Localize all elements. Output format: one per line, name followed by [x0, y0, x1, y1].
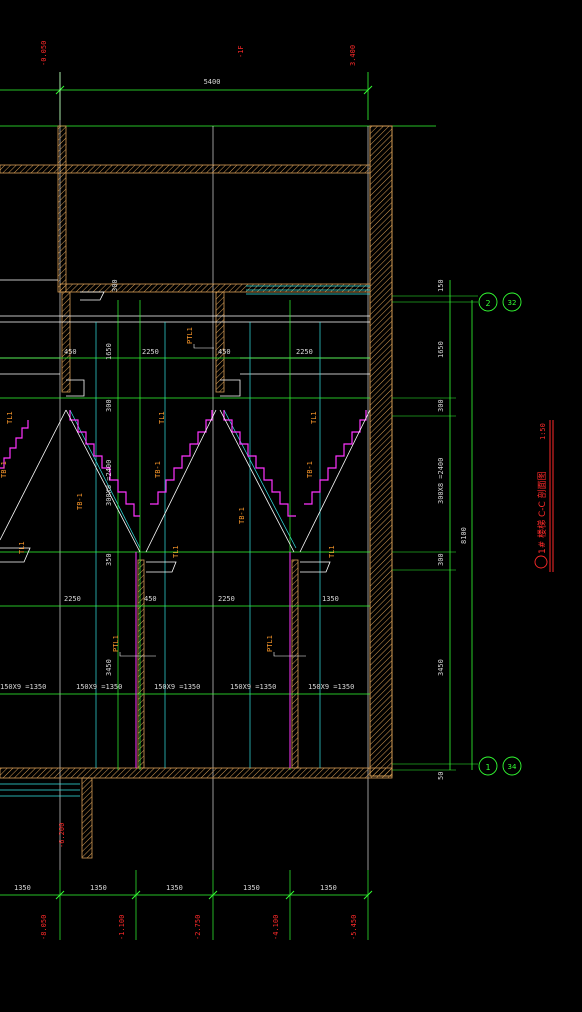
dim-upper-1: 450: [64, 348, 77, 356]
rdim-4: 300: [437, 553, 445, 566]
drawing-title: 1# 楼梯 C-C 剖面图 1:50: [534, 420, 554, 572]
dim-upper-7: 350: [105, 553, 113, 566]
step-label-0: 150X9 =1350: [0, 683, 46, 691]
belev-4: -5.450: [350, 915, 358, 940]
dim-upper-3: 450: [218, 348, 231, 356]
tag-tb-left: TB-1: [76, 493, 84, 510]
drawing-scale: 1:50: [539, 423, 547, 440]
step-label-3: 150X9 =1350: [230, 683, 276, 691]
rdim-1: 1650: [437, 341, 445, 358]
dim-upper-0: 1650: [105, 343, 113, 360]
belev-1: -1.100: [118, 915, 126, 940]
axis-sub-2: 32: [508, 299, 517, 307]
axis-num-2: 2: [485, 299, 490, 308]
rdim-3: 300X8 =2400: [437, 458, 445, 504]
stair-flights: [0, 291, 371, 573]
tag-tl-2: TL1: [158, 411, 166, 424]
step-labels: 150X9 =1350 150X9 =1350 150X9 =1350 150X…: [0, 683, 354, 691]
rdim-6: 50: [437, 772, 445, 780]
axis-num-1: 1: [485, 763, 490, 772]
bdim-1: 1350: [90, 884, 107, 892]
walls: [0, 125, 393, 859]
tag-tb-far: TB-1: [306, 461, 314, 478]
tag-tl-4: TL1: [18, 541, 26, 554]
tag-pt-1: PTL1: [186, 327, 194, 344]
tag-tb-mid: TB-1: [154, 461, 162, 478]
dim-upper-8: 300: [111, 279, 119, 292]
dim-upper-2: 2250: [142, 348, 159, 356]
tag-tb-edge: TB-1: [0, 461, 8, 478]
bdim-4: 1350: [320, 884, 337, 892]
tag-pt-3: PTL1: [266, 635, 274, 652]
belev-3: -4.100: [272, 915, 280, 940]
rdim-total: 8100: [460, 527, 468, 544]
bdim-2: 1350: [166, 884, 183, 892]
right-dimension: 150 1650 300 300X8 =2400 300 3450 50 810…: [392, 279, 478, 780]
top-dimension: 5400 -0.050 3.400 -1F: [0, 41, 436, 127]
level-label-1f: -1F: [237, 45, 245, 58]
dim-lower-0: 2250: [64, 595, 81, 603]
rdim-2: 300: [437, 399, 445, 412]
axis-sub-1: 34: [508, 763, 517, 771]
belev-0: -8.050: [40, 915, 48, 940]
tag-tl-3: TL1: [310, 411, 318, 424]
tag-tl-5: TL1: [172, 545, 180, 558]
dim-upper-4: 2250: [296, 348, 313, 356]
dim-lower-4: 3450: [105, 659, 113, 676]
tag-pt-2: PTL1: [112, 635, 120, 652]
dim-lower-3: 1350: [322, 595, 339, 603]
dim-upper-5: 300: [105, 399, 113, 412]
tag-tb-right: TB-1: [238, 507, 246, 524]
dim-lower-1: 450: [144, 595, 157, 603]
drawing-title-text: 1# 楼梯 C-C 剖面图: [536, 471, 548, 554]
axis-bubbles: 2 32 1 34: [478, 292, 522, 776]
tag-tl-1: TL1: [6, 411, 14, 424]
step-label-2: 150X9 =1350: [154, 683, 200, 691]
cyan-rails: [0, 285, 370, 797]
rdim-0: 150: [437, 279, 445, 292]
bdim-3: 1350: [243, 884, 260, 892]
rdim-5: 3450: [437, 659, 445, 676]
lower-elev: -6.200: [58, 823, 66, 848]
bdim-0: 1350: [14, 884, 31, 892]
dim-lower-2: 2250: [218, 595, 235, 603]
inner-green-lines: [0, 300, 370, 770]
bottom-dimension: 1350 1350 1350 1350 1350 -8.050 -1.100 -…: [0, 870, 373, 940]
section-drawing: 5400 -0.050 3.400 -1F 1650 450 2250 450 …: [0, 41, 554, 940]
elev-left-top: -0.050: [40, 41, 48, 66]
belev-2: -2.750: [194, 915, 202, 940]
dim-upper-6: 300X8 =2400: [105, 460, 113, 506]
step-label-4: 150X9 =1350: [308, 683, 354, 691]
elev-right-top: 3.400: [349, 45, 357, 66]
top-span-dim: 5400: [204, 78, 221, 86]
step-label-1: 150X9 =1350: [76, 683, 122, 691]
tag-tl-6: TL1: [328, 545, 336, 558]
